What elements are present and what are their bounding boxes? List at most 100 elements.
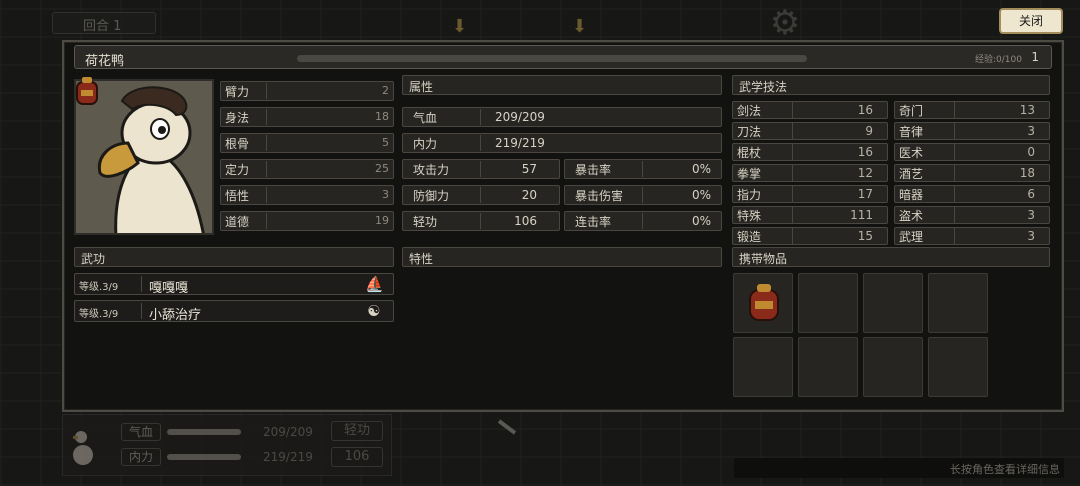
down-arrow-icon: ⬇ <box>572 16 588 37</box>
stat-value: 25 <box>375 162 389 175</box>
wugong-header: 武功 <box>74 247 394 267</box>
hud-mp-label: 内力 <box>121 448 161 466</box>
crit-rate-row: 暴击率 0% <box>564 159 722 179</box>
mp-value: 219/219 <box>495 136 545 150</box>
stat-label: 身法 <box>223 109 267 125</box>
inventory-slot[interactable] <box>798 337 858 397</box>
attr-label: 暴击率 <box>567 161 643 177</box>
stat-value: 18 <box>375 110 389 123</box>
stat-row: 身法 18 <box>220 107 394 127</box>
skill-cell: 音律 3 <box>894 122 1050 140</box>
attr-value: 0% <box>691 162 711 176</box>
stat-value: 2 <box>382 84 389 97</box>
stat-value: 3 <box>382 188 389 201</box>
inventory-slot[interactable] <box>863 273 923 333</box>
skill-cell: 指力 17 <box>732 185 888 203</box>
crit-damage-row: 暴击伤害 0% <box>564 185 722 205</box>
wugong-name: 小舔治疗 <box>149 308 202 323</box>
skill-value: 18 <box>1019 166 1035 180</box>
inventory-slot[interactable] <box>863 337 923 397</box>
hud-mp-value: 219/219 <box>263 450 313 464</box>
stat-value: 5 <box>382 136 389 149</box>
skill-label: 武理 <box>897 228 955 244</box>
close-button[interactable]: 关闭 <box>999 8 1063 34</box>
inventory-header: 携带物品 <box>732 247 1050 267</box>
hud-speed-label: 轻功 <box>331 421 383 441</box>
stat-label: 道德 <box>223 213 267 229</box>
mp-label: 内力 <box>405 135 481 151</box>
skill-value: 12 <box>857 166 873 180</box>
skill-value: 3 <box>1027 229 1035 243</box>
attack-row: 攻击力 57 <box>402 159 560 179</box>
skill-label: 暗器 <box>897 186 955 202</box>
down-arrow-icon: ⬇ <box>452 16 468 37</box>
attr-value: 106 <box>514 214 537 228</box>
hud-mp-bar <box>167 454 241 460</box>
skill-cell: 医术 0 <box>894 143 1050 161</box>
duck-avatar-icon <box>73 431 93 465</box>
skill-label: 医术 <box>897 144 955 160</box>
wugong-item[interactable]: 等级.3/9 嘎嘎嘎 ⛵ <box>74 273 394 296</box>
stat-row: 悟性 3 <box>220 185 394 205</box>
character-name: 荷花鸭 <box>85 54 125 69</box>
skill-cell: 棍杖 16 <box>732 143 888 161</box>
skill-value: 15 <box>857 229 873 243</box>
character-panel: 荷花鸭 经验:0/100 1 臂力 2 身法 18 根骨 5 定力 25 悟性 3 道德 1… <box>62 40 1064 412</box>
stat-label: 根骨 <box>223 135 267 151</box>
bottom-hud[interactable]: 气血 209/209 内力 219/219 轻功 106 <box>62 414 392 476</box>
inventory-slot[interactable] <box>733 337 793 397</box>
skill-value: 13 <box>1019 103 1035 117</box>
skill-label: 拳掌 <box>735 165 793 181</box>
attr-value: 0% <box>691 214 711 228</box>
speed-row: 轻功 106 <box>402 211 560 231</box>
skill-label: 音律 <box>897 123 955 139</box>
skill-label: 奇门 <box>897 102 955 118</box>
skill-value: 111 <box>850 208 873 222</box>
attr-value: 0% <box>691 188 711 202</box>
skill-cell: 特殊 111 <box>732 206 888 224</box>
attr-value: 20 <box>521 188 537 202</box>
name-bar: 荷花鸭 经验:0/100 1 <box>74 45 1052 69</box>
inventory-slot[interactable] <box>733 273 793 333</box>
skill-value: 17 <box>857 187 873 201</box>
skill-cell: 武理 3 <box>894 227 1050 245</box>
hp-value: 209/209 <box>495 110 545 124</box>
attr-label: 轻功 <box>405 213 481 229</box>
skill-cell: 盗术 3 <box>894 206 1050 224</box>
martial-arts-header: 武学技法 <box>732 75 1050 95</box>
wugong-level: 等级.3/9 <box>79 282 119 293</box>
stat-value: 19 <box>375 214 389 227</box>
hud-hp-bar <box>167 429 241 435</box>
gear-icon[interactable]: ⚙ <box>762 6 808 40</box>
hp-label: 气血 <box>405 109 481 125</box>
hint-text: 长按角色查看详细信息 <box>734 458 1064 478</box>
backpack-icon[interactable] <box>72 74 102 106</box>
wugong-level: 等级.3/9 <box>79 309 119 320</box>
inventory-slot[interactable] <box>798 273 858 333</box>
skill-cell: 拳掌 12 <box>732 164 888 182</box>
attributes-header: 属性 <box>402 75 722 95</box>
round-counter: 回合 1 <box>52 12 156 34</box>
attr-label: 暴击伤害 <box>567 187 643 203</box>
backpack-item-icon <box>749 284 779 321</box>
attr-value: 57 <box>521 162 537 176</box>
sword-icon <box>497 419 517 435</box>
combo-rate-row: 连击率 0% <box>564 211 722 231</box>
stat-label: 悟性 <box>223 187 267 203</box>
inventory-slot[interactable] <box>928 337 988 397</box>
stat-row: 道德 19 <box>220 211 394 231</box>
skill-cell: 暗器 6 <box>894 185 1050 203</box>
yin-yang-icon: ☯ <box>367 302 381 320</box>
attr-label: 防御力 <box>405 187 481 203</box>
inventory-slot[interactable] <box>928 273 988 333</box>
skill-value: 9 <box>865 124 873 138</box>
sail-icon: ⛵ <box>365 275 384 293</box>
skill-value: 6 <box>1027 187 1035 201</box>
skill-cell: 酒艺 18 <box>894 164 1050 182</box>
skill-cell: 剑法 16 <box>732 101 888 119</box>
skill-label: 指力 <box>735 186 793 202</box>
exp-bar <box>297 55 807 62</box>
wugong-item[interactable]: 等级.3/9 小舔治疗 ☯ <box>74 300 394 323</box>
skill-label: 酒艺 <box>897 165 955 181</box>
mp-row: 内力 219/219 <box>402 133 722 153</box>
